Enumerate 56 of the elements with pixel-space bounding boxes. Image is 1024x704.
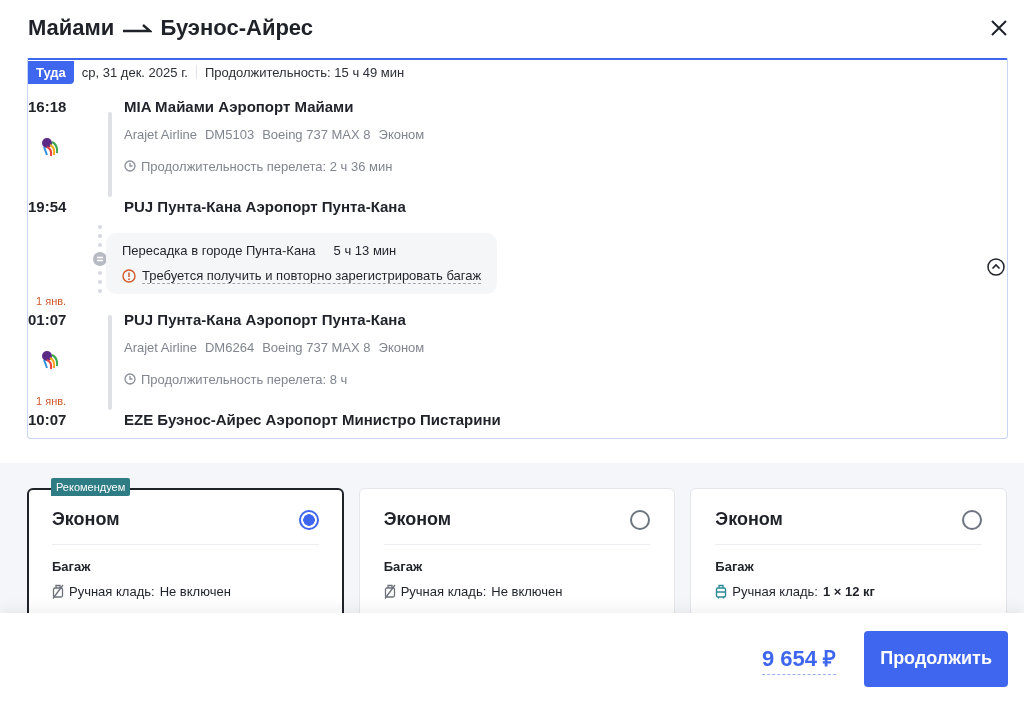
section-heading: Багаж (715, 559, 755, 574)
flight-duration: Продолжительность перелета: 8 ч (141, 371, 348, 387)
layover-city: Пересадка в городе Пунта-Кана (122, 243, 316, 258)
hand-baggage-label: Ручная кладь: (69, 584, 155, 599)
origin-city: Майами (28, 15, 115, 41)
aircraft-type: Boeing 737 MAX 8 (262, 126, 371, 142)
radio-button[interactable] (298, 509, 319, 530)
cabin-class: Эконом (378, 339, 425, 355)
chevron-up-icon (987, 258, 1005, 276)
airline-name: Arajet Airline (124, 126, 197, 142)
hand-baggage-label: Ручная кладь: (400, 584, 487, 599)
date-label: 1 янв. (36, 295, 67, 307)
fare-name: Эконом (383, 509, 452, 530)
flight-duration: Продолжительность перелета: 2 ч 36 мин (141, 158, 393, 174)
bird-logo-icon (40, 350, 58, 370)
hand-baggage-value: 1 × 12 кг (822, 584, 875, 599)
baggage-warning-link[interactable]: Требуется получить и повторно зарегистрировать багаж (142, 268, 482, 284)
bird-logo-icon (40, 137, 58, 157)
hand-baggage-value: Не включен (491, 584, 563, 599)
fare-card[interactable]: Эконом Багаж Ручная кладь: Не включен (358, 488, 676, 613)
continue-button[interactable]: Продолжить (864, 630, 1008, 687)
airport-name: EZE Буэнос-Айрес Аэропорт Министро Пистарини (124, 411, 501, 428)
recommended-badge: Рекомендуем (51, 478, 131, 496)
section-heading: Багаж (383, 559, 424, 574)
flight-number: DM5103 (205, 126, 255, 142)
radio-button[interactable] (962, 509, 982, 530)
destination-city: Буэнос-Айрес (160, 15, 314, 41)
flight-date: ср, 31 дек. 2025 г. (81, 64, 188, 80)
departure-time: 01:07 (28, 311, 67, 328)
collapse-button[interactable] (987, 258, 1005, 276)
airport-name: PUJ Пунта-Кана Аэропорт Пунта-Кана (124, 198, 406, 215)
fare-card[interactable]: Эконом Багаж Ручная кладь: 1 × 12 кг (690, 488, 1007, 613)
fare-name: Эконом (715, 509, 783, 530)
clock-icon (124, 160, 136, 172)
airport-name: PUJ Пунта-Кана Аэропорт Пунта-Кана (124, 311, 406, 328)
airline-name: Arajet Airline (124, 339, 197, 355)
clock-icon (124, 373, 136, 385)
direction-tag: Туда (28, 60, 74, 84)
warning-icon (122, 269, 136, 283)
close-icon (990, 19, 1008, 37)
arrival-time: 19:54 (28, 198, 67, 215)
fare-name: Эконом (52, 509, 120, 530)
departure-time: 16:18 (28, 98, 67, 115)
arrival-time: 10:07 (28, 411, 67, 428)
total-price[interactable]: 9 654 ₽ (762, 642, 837, 675)
airport-name: MIA Майами Аэропорт Майами (124, 98, 354, 115)
date-label: 1 янв. (36, 395, 67, 407)
total-duration: Продолжительность: 15 ч 49 мин (204, 64, 405, 80)
hand-baggage-label: Ручная кладь: (732, 584, 818, 599)
radio-button[interactable] (630, 509, 651, 530)
section-heading: Багаж (52, 559, 92, 574)
flight-number: DM6264 (205, 339, 255, 355)
hand-baggage-value: Не включен (159, 584, 231, 599)
layover-duration: 5 ч 13 мин (333, 243, 397, 258)
aircraft-type: Boeing 737 MAX 8 (262, 339, 371, 355)
cabin-class: Эконом (378, 126, 425, 142)
